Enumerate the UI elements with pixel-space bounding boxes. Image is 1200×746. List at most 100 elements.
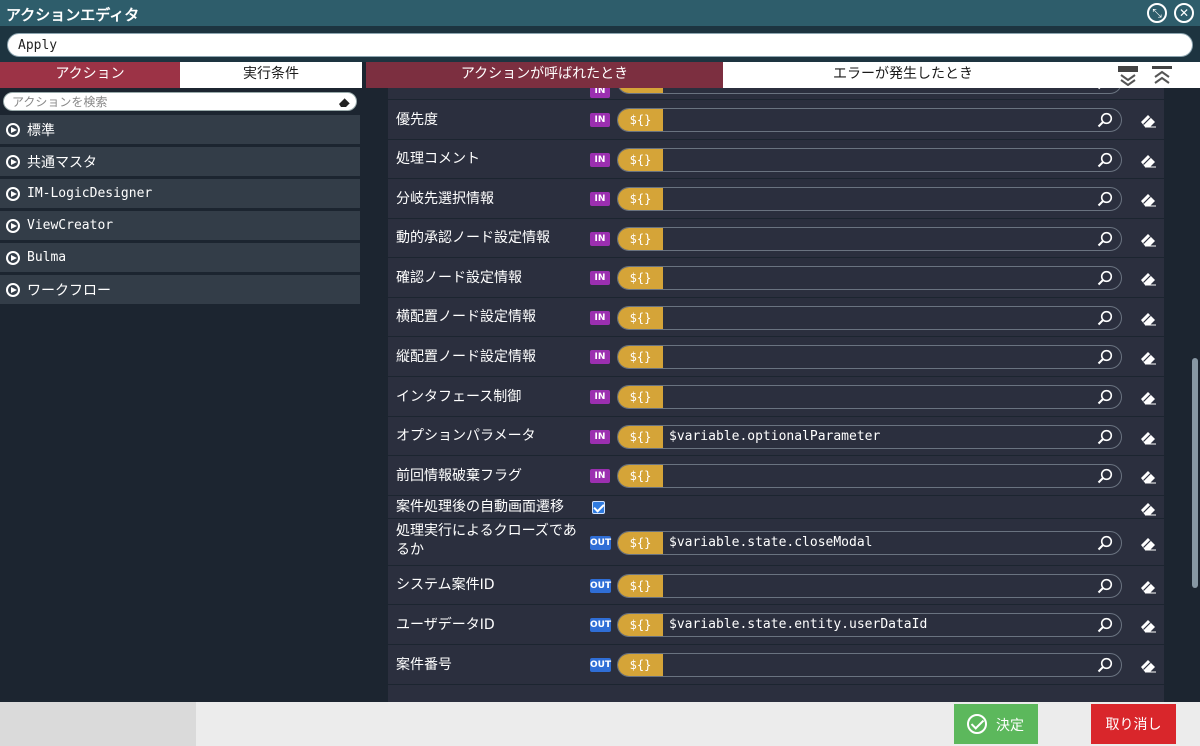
search-icon[interactable]	[1097, 88, 1113, 90]
template-toggle[interactable]: ${}	[618, 109, 663, 131]
search-icon[interactable]	[1097, 657, 1113, 673]
search-icon[interactable]	[1097, 152, 1113, 168]
eraser-icon[interactable]	[1139, 429, 1157, 445]
value-text: $variable.state.entity.userDataId	[669, 617, 928, 632]
action-search-input[interactable]	[12, 94, 332, 110]
scrollbar[interactable]	[1192, 358, 1198, 588]
category-standard[interactable]: 標準	[0, 115, 360, 145]
template-toggle[interactable]: ${}	[618, 307, 663, 329]
play-circle-icon	[6, 155, 20, 169]
ok-button-label: 決定	[996, 718, 1024, 734]
search-icon[interactable]	[1097, 617, 1113, 633]
value-field[interactable]: ${}	[617, 227, 1122, 251]
eraser-icon[interactable]	[1139, 231, 1157, 247]
category-workflow[interactable]: ワークフロー	[0, 275, 360, 305]
search-icon[interactable]	[1097, 578, 1113, 594]
template-toggle[interactable]: ${}	[618, 188, 663, 210]
search-icon[interactable]	[1097, 112, 1113, 128]
template-toggle[interactable]: ${}	[618, 149, 663, 171]
collapse-down-icon[interactable]	[1116, 64, 1140, 86]
template-toggle[interactable]: ${}	[618, 426, 663, 448]
ok-button[interactable]: 決定	[954, 704, 1038, 744]
category-view-creator[interactable]: ViewCreator	[0, 211, 360, 241]
category-bulma[interactable]: Bulma	[0, 243, 360, 273]
value-field[interactable]: ${}	[617, 266, 1122, 290]
action-name-input[interactable]	[7, 33, 1193, 57]
value-field[interactable]: ${}	[617, 306, 1122, 330]
parameter-label: 処理コメント	[396, 151, 480, 167]
search-icon[interactable]	[1097, 231, 1113, 247]
value-field[interactable]: ${}	[617, 345, 1122, 369]
value-field[interactable]: ${}	[617, 385, 1122, 409]
category-label: 共通マスタ	[27, 155, 97, 171]
parameter-row: 案件番号 OUT ${}	[388, 645, 1164, 685]
value-field[interactable]: ${}	[617, 574, 1122, 598]
title-bar: アクションエディタ ⤡ ✕	[0, 0, 1200, 26]
close-icon[interactable]: ✕	[1174, 3, 1194, 23]
category-common-master[interactable]: 共通マスタ	[0, 147, 360, 177]
parameter-label: 案件処理後の自動画面遷移	[396, 499, 564, 515]
parameter-row: システム案件ID OUT ${}	[388, 566, 1164, 605]
search-icon[interactable]	[1097, 429, 1113, 445]
value-field[interactable]: ${}	[617, 187, 1122, 211]
value-field[interactable]: ${}	[617, 108, 1122, 132]
template-toggle[interactable]: ${}	[618, 228, 663, 250]
template-toggle[interactable]: ${}	[618, 267, 663, 289]
in-badge: IN	[590, 113, 610, 127]
search-icon[interactable]	[1097, 191, 1113, 207]
eraser-icon[interactable]	[1139, 310, 1157, 326]
template-toggle[interactable]: ${}	[618, 654, 663, 676]
eraser-icon[interactable]	[1139, 112, 1157, 128]
search-icon[interactable]	[1097, 468, 1113, 484]
template-toggle[interactable]: ${}	[618, 346, 663, 368]
value-field[interactable]: ${}	[617, 464, 1122, 488]
eraser-icon[interactable]	[1139, 389, 1157, 405]
parameter-label: 案件番号	[396, 657, 452, 673]
eraser-icon[interactable]	[1139, 500, 1157, 516]
eraser-icon[interactable]	[1139, 657, 1157, 673]
value-field[interactable]: ${} $variable.state.entity.userDataId	[617, 613, 1122, 637]
parameter-row: 縦配置ノード設定情報 IN ${}	[388, 337, 1164, 377]
eraser-icon[interactable]	[1139, 617, 1157, 633]
template-toggle[interactable]: ${}	[618, 386, 663, 408]
cancel-button[interactable]: 取り消し	[1091, 704, 1176, 744]
tab-on-error[interactable]: エラーが発生したとき	[723, 62, 1083, 88]
search-icon[interactable]	[1097, 389, 1113, 405]
value-field[interactable]: ${}	[617, 148, 1122, 172]
tab-on-called[interactable]: アクションが呼ばれたとき	[366, 62, 723, 88]
auto-transition-checkbox[interactable]	[592, 501, 605, 514]
window-title: アクションエディタ	[6, 6, 140, 24]
eraser-icon[interactable]	[338, 95, 352, 109]
search-icon[interactable]	[1097, 270, 1113, 286]
category-label: Bulma	[27, 250, 67, 265]
search-icon[interactable]	[1097, 349, 1113, 365]
collapse-up-icon[interactable]	[1150, 64, 1174, 86]
action-search-box	[3, 92, 357, 111]
eraser-icon[interactable]	[1139, 349, 1157, 365]
template-toggle[interactable]: ${}	[618, 614, 663, 636]
template-toggle[interactable]: ${}	[618, 88, 663, 93]
parameter-row: 処理実行によるクローズであるか OUT ${} $variable.state.clo…	[388, 519, 1164, 566]
value-field[interactable]: ${} $variable.state.closeModal	[617, 531, 1122, 555]
eraser-icon[interactable]	[1139, 535, 1157, 551]
parameter-list: IN${}優先度IN${}処理コメントIN${}分岐先選択情報IN${}動的承認…	[388, 88, 1164, 702]
eraser-icon[interactable]	[1139, 270, 1157, 286]
category-logic-designer[interactable]: IM-LogicDesigner	[0, 179, 360, 209]
tab-condition[interactable]: 実行条件	[180, 62, 362, 88]
search-icon[interactable]	[1097, 535, 1113, 551]
parameter-row: 動的承認ノード設定情報 IN ${}	[388, 219, 1164, 258]
eraser-icon[interactable]	[1139, 191, 1157, 207]
shrink-icon[interactable]: ⤡	[1147, 3, 1167, 23]
value-field[interactable]: ${}	[617, 653, 1122, 677]
value-field[interactable]: ${}	[617, 88, 1122, 94]
template-toggle[interactable]: ${}	[618, 575, 663, 597]
eraser-icon[interactable]	[1139, 468, 1157, 484]
eraser-icon[interactable]	[1139, 578, 1157, 594]
search-icon[interactable]	[1097, 310, 1113, 326]
template-toggle[interactable]: ${}	[618, 532, 663, 554]
eraser-icon[interactable]	[1139, 152, 1157, 168]
value-field[interactable]: ${} $variable.optionalParameter	[617, 425, 1122, 449]
template-toggle[interactable]: ${}	[618, 465, 663, 487]
parameter-row: オプションパラメータ IN ${} $variable.optionalParamet…	[388, 417, 1164, 456]
tab-action[interactable]: アクション	[0, 62, 180, 88]
